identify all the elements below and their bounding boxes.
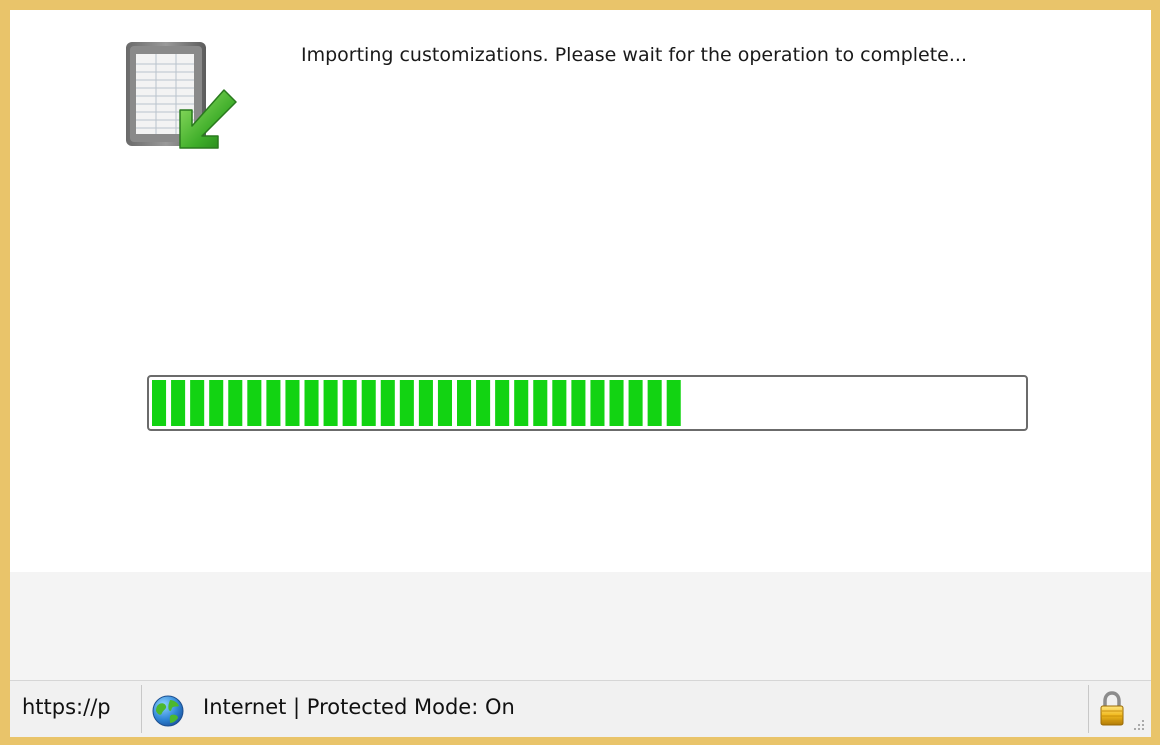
progress-segment [418,380,433,426]
dialog-footer [10,572,1151,680]
progress-segment [647,380,662,426]
lock-icon[interactable] [1098,691,1126,727]
globe-icon[interactable] [151,694,185,728]
progress-bar [147,375,1028,431]
progress-segment [323,380,338,426]
status-divider [141,685,142,733]
progress-segment [666,380,681,426]
status-divider [1088,685,1089,733]
status-bar: https://p Internet | Protected Mode: On [10,680,1151,737]
progress-segment [152,380,167,426]
import-document-icon [120,36,240,150]
status-message: Importing customizations. Please wait fo… [301,44,967,66]
progress-segment [342,380,357,426]
progress-segment [437,380,452,426]
status-url: https://p [22,695,111,719]
progress-segment [495,380,510,426]
dialog-window: Importing customizations. Please wait fo… [0,0,1160,745]
progress-segment [209,380,224,426]
progress-segment [304,380,319,426]
progress-segment [457,380,472,426]
progress-segment [380,380,395,426]
progress-segment [171,380,186,426]
progress-segment [228,380,243,426]
progress-segment [609,380,624,426]
progress-segment [571,380,586,426]
resize-grip-icon[interactable] [1132,717,1146,731]
progress-fill [152,380,681,426]
progress-segment [247,380,262,426]
progress-segment [285,380,300,426]
progress-segment [590,380,605,426]
progress-segment [399,380,414,426]
progress-segment [190,380,205,426]
progress-segment [361,380,376,426]
security-zone-label[interactable]: Internet | Protected Mode: On [203,695,515,719]
progress-segment [533,380,548,426]
progress-segment [266,380,281,426]
progress-segment [552,380,567,426]
progress-segment [628,380,643,426]
progress-segment [514,380,529,426]
progress-segment [476,380,491,426]
dialog-content: Importing customizations. Please wait fo… [10,10,1151,572]
